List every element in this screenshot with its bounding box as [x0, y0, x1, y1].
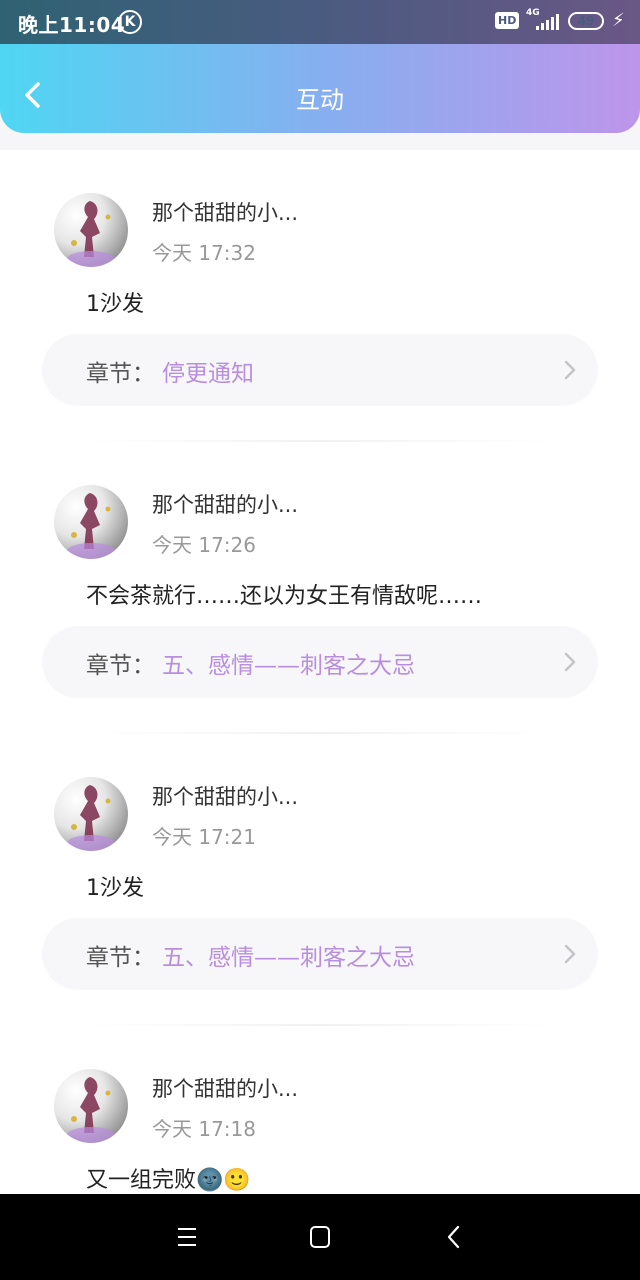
- k-badge-icon: K: [118, 10, 142, 34]
- username: 那个甜甜的小...: [152, 1077, 299, 1101]
- username: 那个甜甜的小...: [152, 201, 299, 225]
- comment-item: 那个甜甜的小... 今天 17:32 1沙发 章节： 停更通知: [0, 150, 640, 442]
- charging-icon: ⚡: [612, 10, 625, 31]
- chapter-title: 五、感情——刺客之大忌: [162, 653, 415, 679]
- chapter-label: 章节：: [86, 653, 155, 679]
- battery-percent: 49: [577, 14, 595, 28]
- system-back-button[interactable]: [437, 1220, 471, 1254]
- comment-item: 那个甜甜的小... 今天 17:26 不会茶就行……还以为女王有情敌呢…… 章节…: [0, 442, 640, 734]
- comment-text: 不会茶就行……还以为女王有情敌呢……: [86, 584, 483, 609]
- status-bar: 晚上11:04 K HD 4G 49 ⚡: [0, 0, 640, 44]
- avatar-figure-icon: [67, 785, 115, 851]
- username: 那个甜甜的小...: [152, 493, 299, 517]
- comment-item: 那个甜甜的小... 今天 17:21 1沙发 章节： 五、感情——刺客之大忌: [0, 734, 640, 1026]
- comment-time: 今天 17:32: [152, 241, 256, 265]
- chapter-link[interactable]: 章节： 停更通知: [42, 334, 598, 406]
- comment-time: 今天 17:18: [152, 1117, 256, 1141]
- chapter-link[interactable]: 章节： 五、感情——刺客之大忌: [42, 626, 598, 698]
- chapter-title: 停更通知: [162, 361, 254, 387]
- back-triangle-icon: [447, 1225, 460, 1249]
- comment-text: 又一组完败🌚🙂: [86, 1168, 251, 1193]
- comment-time: 今天 17:26: [152, 533, 256, 557]
- comment-time: 今天 17:21: [152, 825, 256, 849]
- avatar-figure-icon: [67, 493, 115, 559]
- menu-icon: [178, 1228, 196, 1246]
- chapter-label: 章节：: [86, 361, 155, 387]
- avatar-figure-icon: [67, 1077, 115, 1143]
- home-square-icon: [310, 1226, 330, 1248]
- chevron-right-icon: [564, 360, 576, 380]
- home-button[interactable]: [303, 1220, 337, 1254]
- comment-text: 1沙发: [86, 876, 144, 901]
- system-nav-bar: [0, 1194, 640, 1280]
- chevron-right-icon: [564, 944, 576, 964]
- chevron-right-icon: [564, 652, 576, 672]
- signal-icon: [536, 14, 560, 30]
- page-title: 互动: [296, 86, 344, 114]
- avatar[interactable]: [54, 777, 128, 851]
- avatar[interactable]: [54, 1069, 128, 1143]
- status-time: 晚上11:04: [18, 13, 126, 37]
- comment-list[interactable]: 那个甜甜的小... 今天 17:32 1沙发 章节： 停更通知 那个甜甜的小..…: [0, 150, 640, 1194]
- avatar[interactable]: [54, 485, 128, 559]
- comment-text: 1沙发: [86, 292, 144, 317]
- menu-button[interactable]: [170, 1220, 204, 1254]
- battery-icon: 49: [568, 12, 604, 30]
- username: 那个甜甜的小...: [152, 785, 299, 809]
- avatar-figure-icon: [67, 201, 115, 267]
- chapter-label: 章节：: [86, 945, 155, 971]
- comment-item: 那个甜甜的小... 今天 17:18 又一组完败🌚🙂: [0, 1026, 640, 1194]
- hd-icon: HD: [495, 12, 520, 29]
- avatar[interactable]: [54, 193, 128, 267]
- chapter-link[interactable]: 章节： 五、感情——刺客之大忌: [42, 918, 598, 990]
- chapter-title: 五、感情——刺客之大忌: [162, 945, 415, 971]
